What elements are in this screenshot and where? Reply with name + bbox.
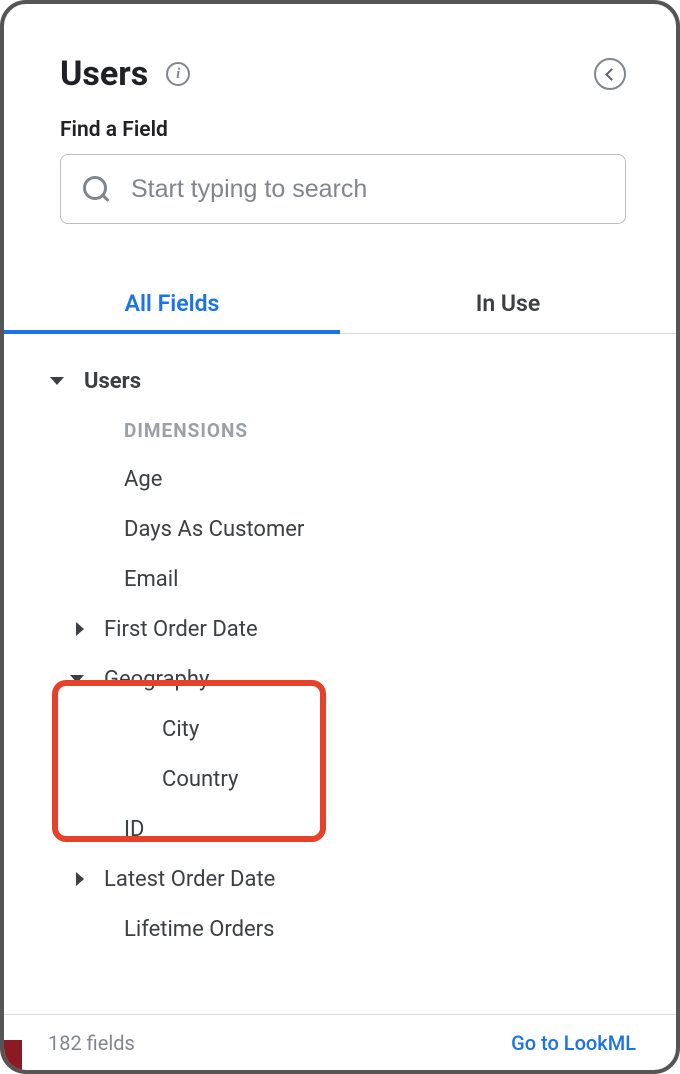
search-label: Find a Field (60, 118, 626, 142)
page-title: Users (60, 54, 148, 94)
caret-right-icon (76, 872, 84, 886)
field-label: Geography (104, 667, 209, 692)
tree-group-users[interactable]: Users (4, 356, 676, 406)
tab-in-use[interactable]: In Use (340, 272, 676, 333)
field-lifetime-orders[interactable]: Lifetime Orders (4, 904, 676, 954)
field-label: Email (124, 567, 178, 592)
field-tree: Users DIMENSIONS Age Days As Customer Em… (4, 334, 676, 1014)
field-label: First Order Date (104, 617, 258, 642)
chevron-left-icon (605, 68, 618, 81)
field-count: 182 fields (48, 1031, 135, 1055)
tab-all-fields[interactable]: All Fields (4, 272, 340, 333)
field-label: Latest Order Date (104, 867, 275, 892)
caret-down-icon (70, 675, 84, 683)
field-id[interactable]: ID (4, 804, 676, 854)
field-label: Country (162, 767, 238, 792)
search-input[interactable] (131, 175, 603, 204)
caret-down-icon (50, 377, 64, 385)
field-label: City (162, 717, 199, 742)
field-days-as-customer[interactable]: Days As Customer (4, 504, 676, 554)
search-icon (83, 176, 109, 202)
field-label: Days As Customer (124, 517, 304, 542)
field-latest-order-date[interactable]: Latest Order Date (4, 854, 676, 904)
caret-right-icon (76, 622, 84, 636)
field-email[interactable]: Email (4, 554, 676, 604)
field-label: ID (124, 817, 144, 842)
tree-group-label: Users (84, 369, 141, 394)
field-first-order-date[interactable]: First Order Date (4, 604, 676, 654)
search-field-container[interactable] (60, 154, 626, 224)
field-label: Lifetime Orders (124, 917, 275, 942)
field-label: Age (124, 467, 162, 492)
field-geography[interactable]: Geography (4, 654, 676, 704)
field-geography-city[interactable]: City (4, 704, 676, 754)
decorative-corner (4, 1040, 22, 1070)
go-to-lookml-link[interactable]: Go to LookML (511, 1031, 636, 1055)
field-age[interactable]: Age (4, 454, 676, 504)
info-icon[interactable]: i (166, 62, 190, 86)
collapse-panel-button[interactable] (594, 58, 626, 90)
section-dimensions: DIMENSIONS (4, 406, 676, 454)
field-geography-country[interactable]: Country (4, 754, 676, 804)
